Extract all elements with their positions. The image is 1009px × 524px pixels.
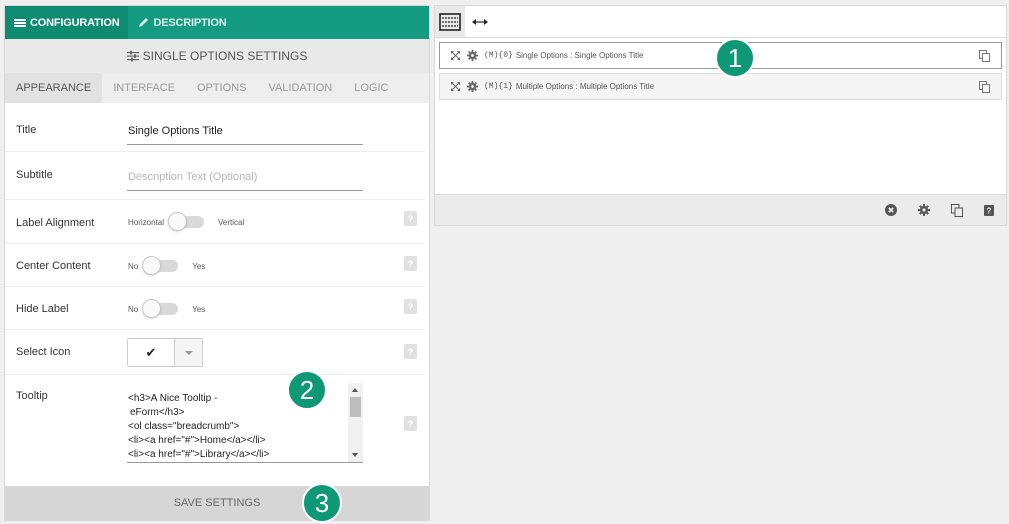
toggle-knob (142, 256, 162, 275)
field-code: (M){1} (484, 82, 513, 91)
menu-icon (14, 18, 26, 27)
tab-configuration[interactable]: CONFIGURATION (5, 6, 129, 39)
scroll-thumb[interactable] (350, 397, 361, 417)
tab-configuration-label: CONFIGURATION (30, 16, 120, 29)
grid-layout-icon (439, 12, 461, 31)
hide-label-off-text: No (128, 304, 139, 314)
callout-badge-1: 1 (715, 38, 755, 78)
field-row-multiple-options[interactable]: (M){1} Multiple Options : Multiple Optio… (439, 73, 1002, 100)
expand-icon[interactable] (450, 50, 461, 61)
tab-logic[interactable]: LOGIC (343, 73, 399, 103)
select-icon-row: Select Icon ✔ ? (5, 330, 425, 375)
tab-interface[interactable]: INTERFACE (102, 73, 186, 103)
title-row: Title (5, 103, 425, 152)
tooltip-line: <li><a href="#">Home</a></li> (128, 435, 266, 446)
help-icon[interactable]: ? (404, 299, 417, 314)
toggle-knob (142, 299, 162, 318)
tab-validation[interactable]: VALIDATION (257, 73, 343, 103)
label-alignment-label: Label Alignment (16, 217, 95, 229)
close-circle-icon[interactable] (885, 204, 897, 216)
hide-label-on-text: Yes (192, 304, 206, 314)
icon-select-dropdown[interactable]: ✔ (127, 338, 203, 367)
copy-icon[interactable] (979, 50, 990, 64)
form-preview-panel: (M){0} Single Options : Single Options T… (434, 5, 1007, 226)
tooltip-code: <h3>A Nice Tooltip - eForm</h3> <ol clas… (127, 383, 363, 462)
sub-tab-bar: APPEARANCE INTERFACE OPTIONS VALIDATION … (5, 73, 429, 103)
save-settings-button[interactable]: SAVE SETTINGS (5, 486, 429, 520)
help-icon[interactable]: ? (404, 211, 417, 226)
checkmark-icon: ✔ (145, 344, 157, 360)
help-icon[interactable]: ? (404, 416, 417, 431)
copy-icon[interactable] (951, 203, 963, 217)
chevron-down-icon[interactable] (174, 339, 202, 366)
center-content-on-text: Yes (192, 261, 206, 271)
expand-icon[interactable] (450, 81, 461, 92)
toggle-knob (168, 212, 188, 231)
resize-horizontal-button[interactable] (465, 6, 495, 37)
subtitle-label: Subtitle (16, 169, 53, 181)
tooltip-line: eForm</h3> (130, 407, 185, 418)
preview-footer: ? (435, 194, 1006, 225)
help-icon[interactable]: ? (404, 256, 417, 271)
hide-label-toggle[interactable] (142, 299, 179, 318)
tab-options[interactable]: OPTIONS (186, 73, 258, 103)
appearance-form: Title Subtitle Label Alignment Horizonta… (5, 103, 429, 487)
arrows-horizontal-icon (472, 18, 488, 25)
svg-text:?: ? (987, 206, 992, 215)
subtitle-input[interactable] (127, 171, 363, 191)
field-code: (M){0} (484, 51, 513, 60)
tab-appearance[interactable]: APPEARANCE (5, 73, 103, 103)
settings-panel: CONFIGURATION DESCRIPTION SINGLE OPTIONS… (4, 5, 430, 521)
field-title: Multiple Options : Multiple Options Titl… (515, 82, 655, 91)
label-alignment-toggle-group: Horizontal Vertical (128, 212, 245, 231)
select-icon-label: Select Icon (16, 346, 71, 358)
sliders-icon (126, 50, 139, 62)
subtitle-row: Subtitle (5, 152, 425, 200)
tooltip-row: Tooltip <h3>A Nice Tooltip - eForm</h3> … (5, 375, 425, 470)
center-content-toggle-group: No Yes (128, 256, 206, 275)
layout-grid-button[interactable] (435, 6, 465, 37)
callout-badge-3: 3 (302, 483, 342, 523)
hide-label-label: Hide Label (16, 303, 69, 315)
center-content-toggle[interactable] (142, 256, 179, 275)
label-alignment-on-text: Vertical (218, 217, 245, 227)
tooltip-line: <li><a href="#">Library</a></li> (128, 449, 270, 460)
center-content-row: Center Content No Yes ? (5, 244, 425, 287)
gear-icon[interactable] (918, 204, 930, 216)
scroll-up-icon[interactable] (352, 388, 358, 392)
tooltip-line: <h3>A Nice Tooltip - (128, 393, 218, 404)
settings-title: SINGLE OPTIONS SETTINGS (142, 49, 308, 63)
hide-label-toggle-group: No Yes (128, 299, 206, 318)
gear-icon[interactable] (467, 81, 478, 92)
label-alignment-row: Label Alignment Horizontal Vertical ? (5, 200, 425, 244)
title-input[interactable] (127, 125, 363, 145)
copy-icon[interactable] (979, 81, 990, 95)
tooltip-textarea[interactable]: <h3>A Nice Tooltip - eForm</h3> <ol clas… (127, 383, 363, 463)
tab-description-label: DESCRIPTION (153, 16, 227, 29)
help-icon[interactable]: ? (984, 204, 994, 216)
field-title: Single Options : Single Options Title (515, 51, 644, 60)
settings-header: SINGLE OPTIONS SETTINGS (5, 39, 429, 73)
tooltip-scrollbar[interactable] (348, 383, 363, 462)
scroll-down-icon[interactable] (352, 453, 358, 457)
label-alignment-toggle[interactable] (168, 212, 205, 231)
label-alignment-off-text: Horizontal (128, 217, 165, 227)
callout-badge-2: 2 (287, 370, 327, 410)
tab-description[interactable]: DESCRIPTION (128, 6, 235, 39)
help-icon[interactable]: ? (404, 344, 417, 359)
center-content-label: Center Content (16, 260, 91, 272)
title-label: Title (16, 124, 37, 136)
tooltip-label: Tooltip (16, 390, 48, 402)
gear-icon[interactable] (467, 50, 478, 61)
top-tab-bar: CONFIGURATION DESCRIPTION (5, 6, 429, 39)
tooltip-line: <ol class="breadcrumb"> (128, 421, 240, 432)
center-content-off-text: No (128, 261, 139, 271)
preview-toolbar (435, 6, 1006, 38)
hide-label-row: Hide Label No Yes ? (5, 287, 425, 330)
pen-icon (139, 17, 149, 27)
